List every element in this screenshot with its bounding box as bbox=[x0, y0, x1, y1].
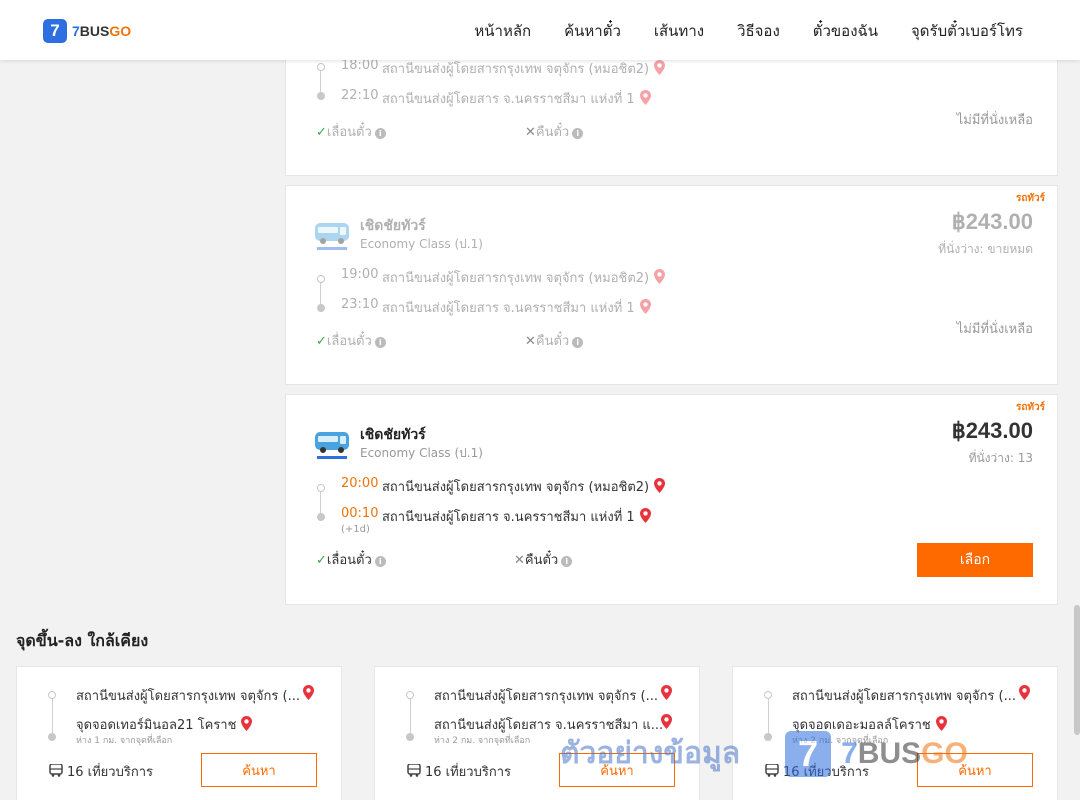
refund-option: ✕คืนตั๋ว i bbox=[525, 330, 584, 351]
check-icon: ✓ bbox=[316, 334, 327, 349]
ticket-price: ฿243.00 bbox=[951, 209, 1033, 234]
nearby-distance: ห่าง 2 กม. จากจุดที่เลือก bbox=[792, 736, 889, 746]
nearby-search-button[interactable]: ค้นหา bbox=[201, 753, 317, 787]
arrival-station: สถานีขนส่งผู้โดยสาร จ.นครราชสีมา แห่งที่… bbox=[382, 506, 651, 527]
select-trip-button[interactable]: เลือก bbox=[917, 543, 1033, 577]
cross-icon: ✕ bbox=[514, 553, 525, 568]
nearby-stop-card: สถานีขนส่งผู้โดยสารกรุงเทพ จตุจักร (... … bbox=[16, 666, 342, 800]
seat-availability: ที่นั่งว่าง: ขายหมด bbox=[938, 242, 1033, 256]
nearby-stop-card: สถานีขนส่งผู้โดยสารกรุงเทพ จตุจักร (... … bbox=[732, 666, 1058, 800]
bus-class: Economy Class (ป.1) bbox=[360, 446, 483, 460]
arrival-time: 22:10 bbox=[341, 88, 379, 103]
nearby-from-station: สถานีขนส่งผู้โดยสารกรุงเทพ จตุจักร (... bbox=[76, 685, 328, 706]
bus-icon bbox=[407, 763, 421, 777]
cross-icon: ✕ bbox=[525, 334, 536, 349]
operator-logo-icon bbox=[315, 432, 349, 459]
reschedule-option: ✓เลื่อนตั๋ว i bbox=[316, 330, 386, 351]
location-pin-icon[interactable] bbox=[639, 299, 651, 314]
cross-icon: ✕ bbox=[525, 125, 536, 140]
location-pin-icon[interactable] bbox=[661, 714, 672, 729]
nearby-to-station: สถานีขนส่งผู้โดยสาร จ.นครราชสีมา แ... bbox=[434, 714, 686, 735]
location-pin-icon[interactable] bbox=[1019, 685, 1030, 700]
nearby-distance: ห่าง 1 กม. จากจุดที่เลือก bbox=[76, 736, 173, 746]
operator-logo-icon bbox=[315, 223, 349, 250]
location-pin-icon[interactable] bbox=[661, 685, 672, 700]
check-icon: ✓ bbox=[316, 553, 327, 568]
reschedule-option: ✓เลื่อนตั๋ว i bbox=[316, 549, 386, 570]
seat-availability: ที่นั่งว่าง: 13 bbox=[968, 451, 1033, 465]
nearby-trip-count: 16 เที่ยวบริการ bbox=[407, 761, 511, 782]
bus-icon bbox=[49, 763, 63, 777]
bus-class: Economy Class (ป.1) bbox=[360, 237, 483, 251]
ticket-price: ฿243.00 bbox=[951, 418, 1033, 443]
location-pin-icon[interactable] bbox=[303, 685, 314, 700]
info-icon[interactable]: i bbox=[374, 337, 386, 348]
info-icon[interactable]: i bbox=[561, 556, 573, 567]
nearby-trip-count: 16 เที่ยวบริการ bbox=[765, 761, 869, 782]
nearby-stops-title: จุดขึ้น-ลง ใกล้เคียง bbox=[16, 631, 149, 650]
location-pin-icon[interactable] bbox=[654, 269, 666, 284]
info-icon[interactable]: i bbox=[572, 128, 584, 139]
bus-icon bbox=[765, 763, 779, 777]
location-pin-icon[interactable] bbox=[654, 60, 666, 75]
nearby-from-station: สถานีขนส่งผู้โดยสารกรุงเทพ จตุจักร (... bbox=[434, 685, 686, 706]
logo-text: 7BUSGO bbox=[72, 23, 132, 39]
next-day-indicator: (+1d) bbox=[341, 524, 370, 535]
operator-name: เชิดชัยทัวร์ bbox=[360, 427, 426, 443]
departure-time: 20:00 bbox=[341, 476, 379, 491]
info-icon[interactable]: i bbox=[572, 337, 584, 348]
logo-mark: 7 bbox=[43, 19, 67, 43]
location-pin-icon[interactable] bbox=[935, 716, 947, 731]
nearby-to-station: จุดจอดเดอะมอลล์โคราช bbox=[792, 714, 1044, 735]
location-pin-icon[interactable] bbox=[639, 90, 651, 105]
reschedule-option: ✓เลื่อนตั๋ว i bbox=[316, 121, 386, 142]
arrival-station: สถานีขนส่งผู้โดยสาร จ.นครราชสีมา แห่งที่… bbox=[382, 297, 651, 318]
departure-station: สถานีขนส่งผู้โดยสารกรุงเทพ จตุจักร (หมอช… bbox=[382, 267, 666, 288]
departure-time: 18:00 bbox=[341, 58, 379, 73]
nearby-search-button[interactable]: ค้นหา bbox=[559, 753, 675, 787]
nav-ticket-pickup[interactable]: จุดรับตั๋วเบอร์โทร bbox=[911, 19, 1023, 43]
departure-station: สถานีขนส่งผู้โดยสารกรุงเทพ จตุจักร (หมอช… bbox=[382, 476, 666, 497]
nav-my-tickets[interactable]: ตั๋วของฉัน bbox=[813, 19, 878, 43]
sold-out-status: ไม่มีที่นั่งเหลือ bbox=[956, 322, 1033, 337]
nearby-stop-card: สถานีขนส่งผู้โดยสารกรุงเทพ จตุจักร (... … bbox=[374, 666, 700, 800]
trip-card: รถทัวร์ เชิดชัยทัวร์ Economy Class (ป.1)… bbox=[285, 185, 1058, 385]
nearby-from-station: สถานีขนส่งผู้โดยสารกรุงเทพ จตุจักร (... bbox=[792, 685, 1044, 706]
refund-option: ✕คืนตั๋ว i bbox=[514, 549, 573, 570]
trip-card: รถทัวร์ เชิดชัยทัวร์ Economy Class (ป.1)… bbox=[285, 394, 1058, 605]
bus-type-tag: รถทัวร์ bbox=[1015, 402, 1045, 413]
arrival-time: 23:10 bbox=[341, 297, 379, 312]
main-nav: หน้าหลัก ค้นหาตั๋ว เส้นทาง วิธีจอง ตั๋วข… bbox=[441, 19, 1023, 43]
info-icon[interactable]: i bbox=[374, 556, 386, 567]
site-logo[interactable]: 7 7BUSGO bbox=[43, 19, 131, 43]
departure-time: 19:00 bbox=[341, 267, 379, 282]
nav-routes[interactable]: เส้นทาง bbox=[654, 19, 704, 43]
nearby-search-button[interactable]: ค้นหา bbox=[917, 753, 1033, 787]
refund-option: ✕คืนตั๋ว i bbox=[525, 121, 584, 142]
nav-search-ticket[interactable]: ค้นหาตั๋ว bbox=[564, 19, 621, 43]
sold-out-status: ไม่มีที่นั่งเหลือ bbox=[956, 113, 1033, 128]
operator-name: เชิดชัยทัวร์ bbox=[360, 218, 426, 234]
arrival-time: 00:10 bbox=[341, 506, 379, 521]
location-pin-icon[interactable] bbox=[639, 508, 651, 523]
info-icon[interactable]: i bbox=[374, 128, 386, 139]
arrival-station: สถานีขนส่งผู้โดยสาร จ.นครราชสีมา แห่งที่… bbox=[382, 88, 651, 109]
location-pin-icon[interactable] bbox=[654, 478, 666, 493]
check-icon: ✓ bbox=[316, 125, 327, 140]
bus-type-tag: รถทัวร์ bbox=[1015, 193, 1045, 204]
departure-station: สถานีขนส่งผู้โดยสารกรุงเทพ จตุจักร (หมอช… bbox=[382, 58, 666, 79]
nearby-distance: ห่าง 2 กม. จากจุดที่เลือก bbox=[434, 736, 531, 746]
nearby-to-station: จุดจอดเทอร์มินอล21 โคราช bbox=[76, 714, 328, 735]
top-header: 7 7BUSGO หน้าหลัก ค้นหาตั๋ว เส้นทาง วิธี… bbox=[0, 0, 1080, 60]
nav-home[interactable]: หน้าหลัก bbox=[474, 19, 531, 43]
location-pin-icon[interactable] bbox=[241, 716, 253, 731]
nav-how-to-book[interactable]: วิธีจอง bbox=[737, 19, 780, 43]
page-scrollbar[interactable] bbox=[1074, 605, 1080, 735]
nearby-trip-count: 16 เที่ยวบริการ bbox=[49, 761, 153, 782]
